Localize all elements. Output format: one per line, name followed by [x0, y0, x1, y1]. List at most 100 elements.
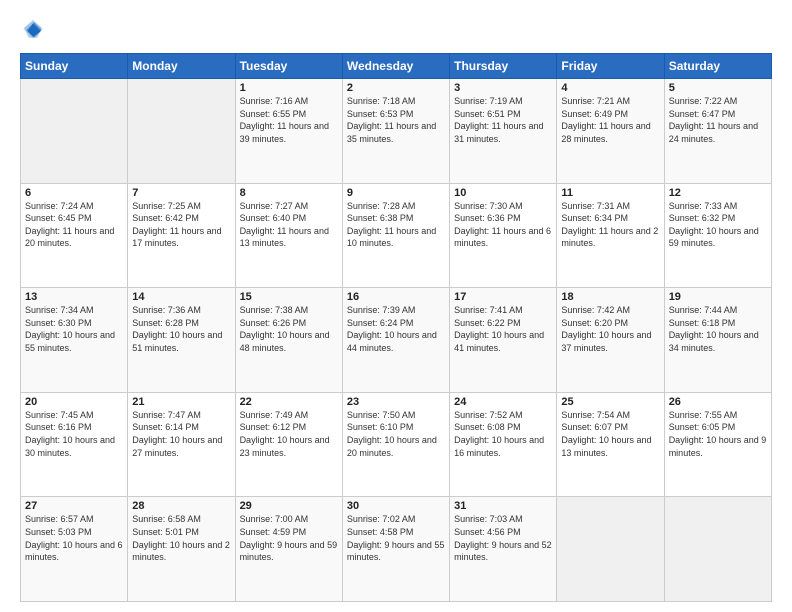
day-info: Sunrise: 7:27 AM Sunset: 6:40 PM Dayligh…: [240, 200, 338, 250]
day-number: 2: [347, 82, 445, 94]
day-info: Sunrise: 7:50 AM Sunset: 6:10 PM Dayligh…: [347, 409, 445, 459]
calendar-table: SundayMondayTuesdayWednesdayThursdayFrid…: [20, 53, 772, 602]
day-number: 27: [25, 500, 123, 512]
weekday-header: Tuesday: [235, 54, 342, 79]
calendar-cell: 3Sunrise: 7:19 AM Sunset: 6:51 PM Daylig…: [450, 79, 557, 184]
day-info: Sunrise: 7:19 AM Sunset: 6:51 PM Dayligh…: [454, 95, 552, 145]
day-info: Sunrise: 7:41 AM Sunset: 6:22 PM Dayligh…: [454, 304, 552, 354]
day-number: 15: [240, 291, 338, 303]
day-number: 5: [669, 82, 767, 94]
day-number: 3: [454, 82, 552, 94]
calendar-cell: 1Sunrise: 7:16 AM Sunset: 6:55 PM Daylig…: [235, 79, 342, 184]
calendar-cell: 11Sunrise: 7:31 AM Sunset: 6:34 PM Dayli…: [557, 183, 664, 288]
day-info: Sunrise: 7:52 AM Sunset: 6:08 PM Dayligh…: [454, 409, 552, 459]
day-info: Sunrise: 7:49 AM Sunset: 6:12 PM Dayligh…: [240, 409, 338, 459]
day-number: 18: [561, 291, 659, 303]
day-info: Sunrise: 7:18 AM Sunset: 6:53 PM Dayligh…: [347, 95, 445, 145]
calendar-cell: 4Sunrise: 7:21 AM Sunset: 6:49 PM Daylig…: [557, 79, 664, 184]
weekday-header: Monday: [128, 54, 235, 79]
day-info: Sunrise: 7:25 AM Sunset: 6:42 PM Dayligh…: [132, 200, 230, 250]
calendar-cell: 17Sunrise: 7:41 AM Sunset: 6:22 PM Dayli…: [450, 288, 557, 393]
day-info: Sunrise: 7:36 AM Sunset: 6:28 PM Dayligh…: [132, 304, 230, 354]
calendar-cell: 26Sunrise: 7:55 AM Sunset: 6:05 PM Dayli…: [664, 392, 771, 497]
calendar-cell: 18Sunrise: 7:42 AM Sunset: 6:20 PM Dayli…: [557, 288, 664, 393]
day-number: 17: [454, 291, 552, 303]
calendar-cell: 24Sunrise: 7:52 AM Sunset: 6:08 PM Dayli…: [450, 392, 557, 497]
calendar-cell: 28Sunrise: 6:58 AM Sunset: 5:01 PM Dayli…: [128, 497, 235, 602]
day-number: 16: [347, 291, 445, 303]
page-header: [20, 18, 772, 45]
calendar-cell: 23Sunrise: 7:50 AM Sunset: 6:10 PM Dayli…: [342, 392, 449, 497]
day-info: Sunrise: 7:42 AM Sunset: 6:20 PM Dayligh…: [561, 304, 659, 354]
weekday-header: Friday: [557, 54, 664, 79]
weekday-header: Saturday: [664, 54, 771, 79]
weekday-header: Thursday: [450, 54, 557, 79]
day-info: Sunrise: 7:33 AM Sunset: 6:32 PM Dayligh…: [669, 200, 767, 250]
calendar-cell: 14Sunrise: 7:36 AM Sunset: 6:28 PM Dayli…: [128, 288, 235, 393]
day-number: 30: [347, 500, 445, 512]
day-number: 22: [240, 396, 338, 408]
day-info: Sunrise: 7:44 AM Sunset: 6:18 PM Dayligh…: [669, 304, 767, 354]
calendar-cell: [557, 497, 664, 602]
day-number: 12: [669, 187, 767, 199]
calendar-cell: 25Sunrise: 7:54 AM Sunset: 6:07 PM Dayli…: [557, 392, 664, 497]
day-number: 6: [25, 187, 123, 199]
day-number: 21: [132, 396, 230, 408]
calendar-cell: 13Sunrise: 7:34 AM Sunset: 6:30 PM Dayli…: [21, 288, 128, 393]
day-number: 13: [25, 291, 123, 303]
calendar-cell: 19Sunrise: 7:44 AM Sunset: 6:18 PM Dayli…: [664, 288, 771, 393]
day-info: Sunrise: 7:55 AM Sunset: 6:05 PM Dayligh…: [669, 409, 767, 459]
day-info: Sunrise: 7:28 AM Sunset: 6:38 PM Dayligh…: [347, 200, 445, 250]
day-info: Sunrise: 7:54 AM Sunset: 6:07 PM Dayligh…: [561, 409, 659, 459]
logo-icon: [22, 18, 44, 40]
day-info: Sunrise: 7:47 AM Sunset: 6:14 PM Dayligh…: [132, 409, 230, 459]
day-number: 7: [132, 187, 230, 199]
weekday-header: Sunday: [21, 54, 128, 79]
calendar-cell: [664, 497, 771, 602]
day-info: Sunrise: 7:24 AM Sunset: 6:45 PM Dayligh…: [25, 200, 123, 250]
day-number: 31: [454, 500, 552, 512]
calendar-cell: 21Sunrise: 7:47 AM Sunset: 6:14 PM Dayli…: [128, 392, 235, 497]
day-number: 23: [347, 396, 445, 408]
calendar-cell: 7Sunrise: 7:25 AM Sunset: 6:42 PM Daylig…: [128, 183, 235, 288]
day-info: Sunrise: 7:31 AM Sunset: 6:34 PM Dayligh…: [561, 200, 659, 250]
day-number: 20: [25, 396, 123, 408]
calendar-cell: 8Sunrise: 7:27 AM Sunset: 6:40 PM Daylig…: [235, 183, 342, 288]
calendar-cell: 6Sunrise: 7:24 AM Sunset: 6:45 PM Daylig…: [21, 183, 128, 288]
day-number: 26: [669, 396, 767, 408]
day-number: 4: [561, 82, 659, 94]
day-info: Sunrise: 7:39 AM Sunset: 6:24 PM Dayligh…: [347, 304, 445, 354]
day-info: Sunrise: 7:02 AM Sunset: 4:58 PM Dayligh…: [347, 513, 445, 563]
day-number: 11: [561, 187, 659, 199]
day-info: Sunrise: 7:22 AM Sunset: 6:47 PM Dayligh…: [669, 95, 767, 145]
day-info: Sunrise: 7:45 AM Sunset: 6:16 PM Dayligh…: [25, 409, 123, 459]
day-info: Sunrise: 7:16 AM Sunset: 6:55 PM Dayligh…: [240, 95, 338, 145]
day-info: Sunrise: 7:30 AM Sunset: 6:36 PM Dayligh…: [454, 200, 552, 250]
day-number: 28: [132, 500, 230, 512]
day-number: 19: [669, 291, 767, 303]
day-number: 9: [347, 187, 445, 199]
day-info: Sunrise: 7:34 AM Sunset: 6:30 PM Dayligh…: [25, 304, 123, 354]
logo: [20, 18, 48, 45]
calendar-cell: 2Sunrise: 7:18 AM Sunset: 6:53 PM Daylig…: [342, 79, 449, 184]
day-info: Sunrise: 6:57 AM Sunset: 5:03 PM Dayligh…: [25, 513, 123, 563]
calendar-cell: 9Sunrise: 7:28 AM Sunset: 6:38 PM Daylig…: [342, 183, 449, 288]
day-number: 14: [132, 291, 230, 303]
calendar-cell: [21, 79, 128, 184]
calendar-cell: 12Sunrise: 7:33 AM Sunset: 6:32 PM Dayli…: [664, 183, 771, 288]
day-number: 1: [240, 82, 338, 94]
calendar-cell: 15Sunrise: 7:38 AM Sunset: 6:26 PM Dayli…: [235, 288, 342, 393]
calendar-cell: 22Sunrise: 7:49 AM Sunset: 6:12 PM Dayli…: [235, 392, 342, 497]
day-info: Sunrise: 7:38 AM Sunset: 6:26 PM Dayligh…: [240, 304, 338, 354]
day-number: 10: [454, 187, 552, 199]
day-number: 24: [454, 396, 552, 408]
weekday-header: Wednesday: [342, 54, 449, 79]
day-info: Sunrise: 7:03 AM Sunset: 4:56 PM Dayligh…: [454, 513, 552, 563]
day-info: Sunrise: 7:00 AM Sunset: 4:59 PM Dayligh…: [240, 513, 338, 563]
day-number: 25: [561, 396, 659, 408]
calendar-cell: 5Sunrise: 7:22 AM Sunset: 6:47 PM Daylig…: [664, 79, 771, 184]
day-number: 29: [240, 500, 338, 512]
day-info: Sunrise: 6:58 AM Sunset: 5:01 PM Dayligh…: [132, 513, 230, 563]
day-info: Sunrise: 7:21 AM Sunset: 6:49 PM Dayligh…: [561, 95, 659, 145]
calendar-cell: 27Sunrise: 6:57 AM Sunset: 5:03 PM Dayli…: [21, 497, 128, 602]
